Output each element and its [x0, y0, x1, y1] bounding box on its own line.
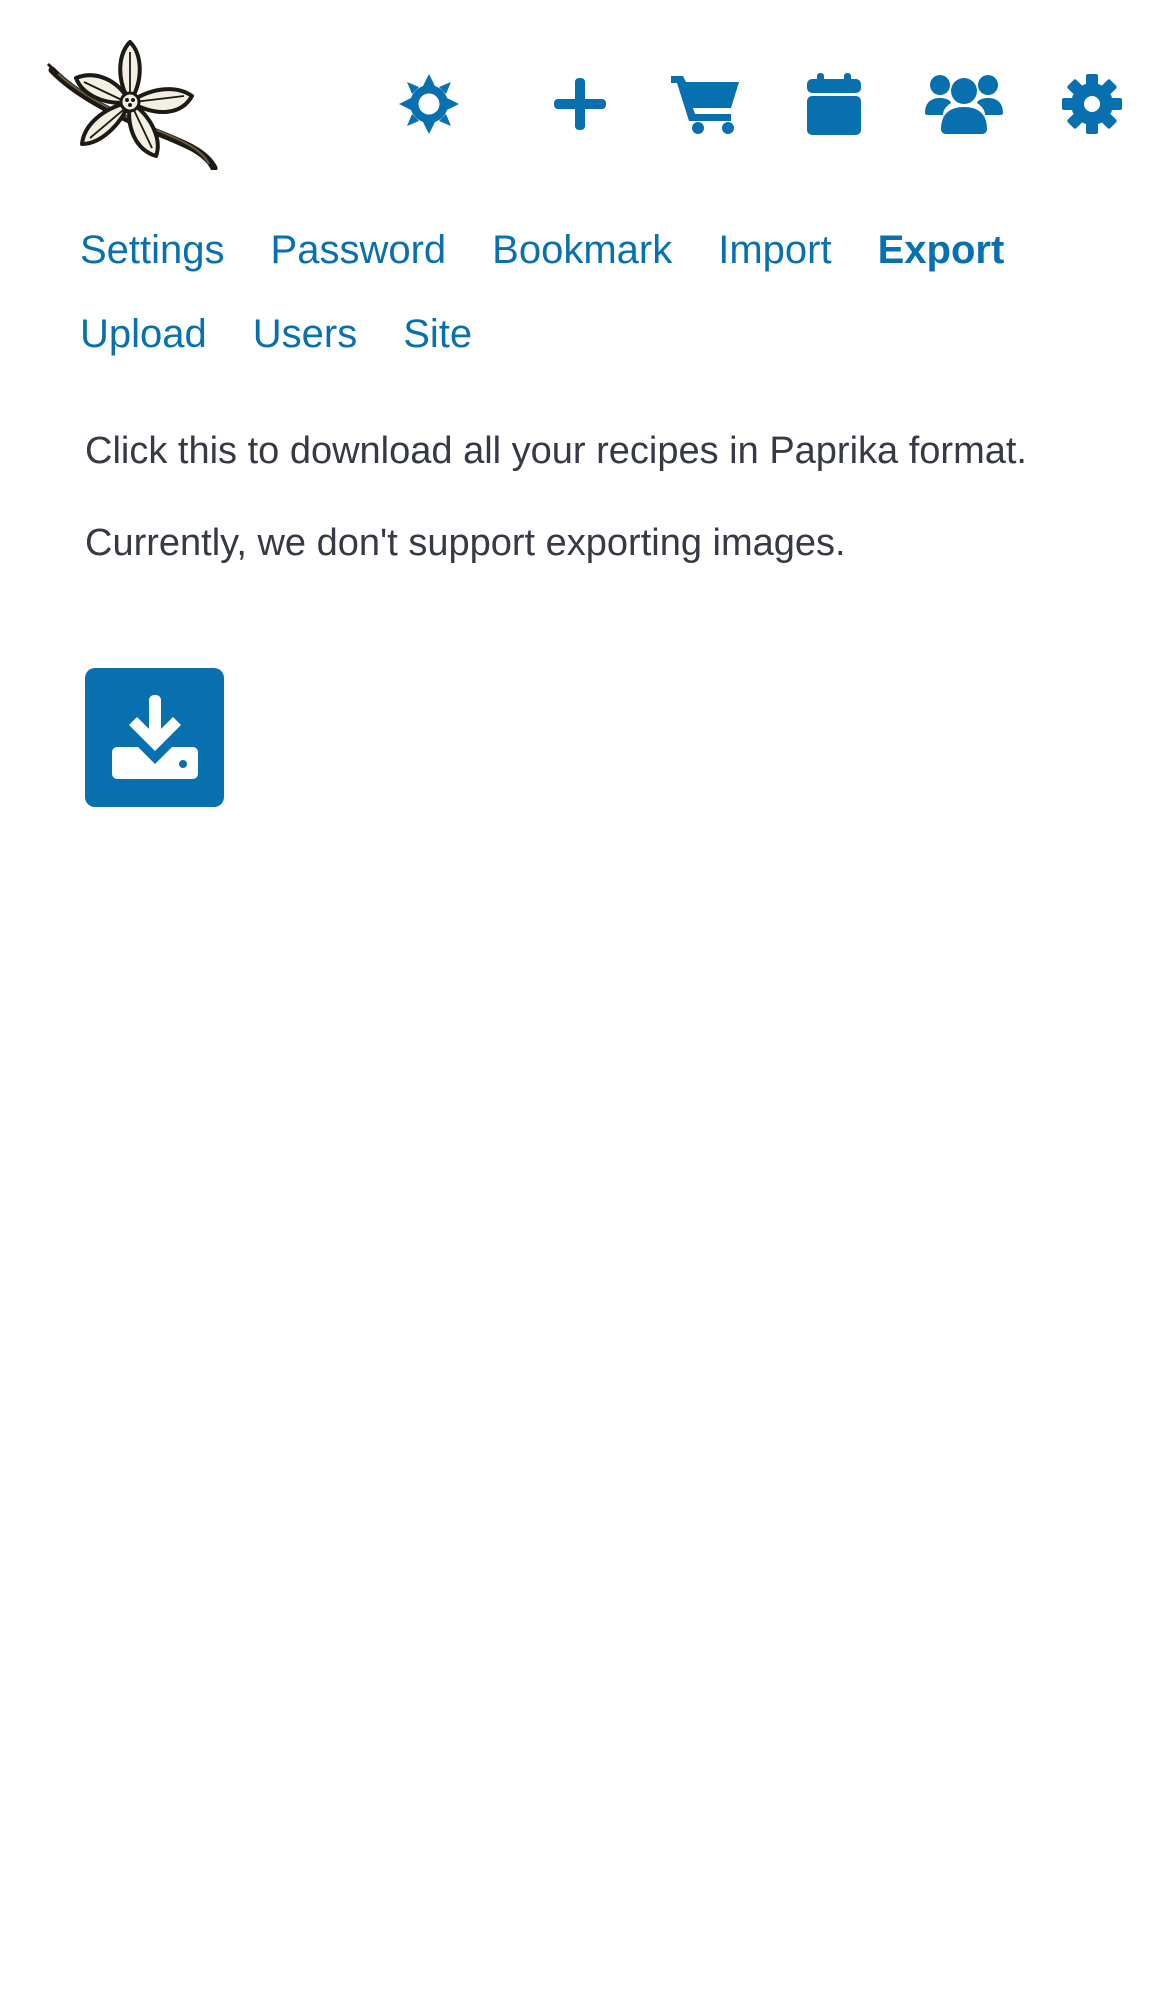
tab-upload[interactable]: Upload	[80, 310, 207, 358]
tab-bookmark[interactable]: Bookmark	[492, 226, 672, 274]
settings-tabs: Settings Password Bookmark Import Export…	[80, 226, 1100, 394]
tab-import[interactable]: Import	[718, 226, 831, 274]
settings-icon[interactable]	[1061, 72, 1123, 136]
tab-site[interactable]: Site	[403, 310, 472, 358]
vanilla-logo[interactable]	[46, 40, 224, 172]
export-content: Click this to download all your recipes …	[85, 424, 1075, 571]
users-icon[interactable]	[925, 72, 1003, 136]
theme-icon[interactable]	[397, 72, 461, 136]
top-navbar	[0, 0, 1170, 180]
tab-password[interactable]: Password	[271, 226, 447, 274]
tab-users[interactable]: Users	[253, 310, 357, 358]
cart-icon[interactable]	[671, 72, 741, 136]
tab-row-2: Upload Users Site	[80, 310, 1100, 394]
download-icon	[111, 694, 198, 779]
add-icon[interactable]	[551, 72, 609, 136]
download-button[interactable]	[85, 668, 224, 807]
tab-row-1: Settings Password Bookmark Import Export	[80, 226, 1100, 310]
export-images-note: Currently, we don't support exporting im…	[85, 522, 846, 564]
tab-settings[interactable]: Settings	[80, 226, 225, 274]
tab-export[interactable]: Export	[878, 226, 1005, 274]
export-description: Click this to download all your recipes …	[85, 430, 1027, 472]
calendar-icon[interactable]	[806, 72, 862, 136]
